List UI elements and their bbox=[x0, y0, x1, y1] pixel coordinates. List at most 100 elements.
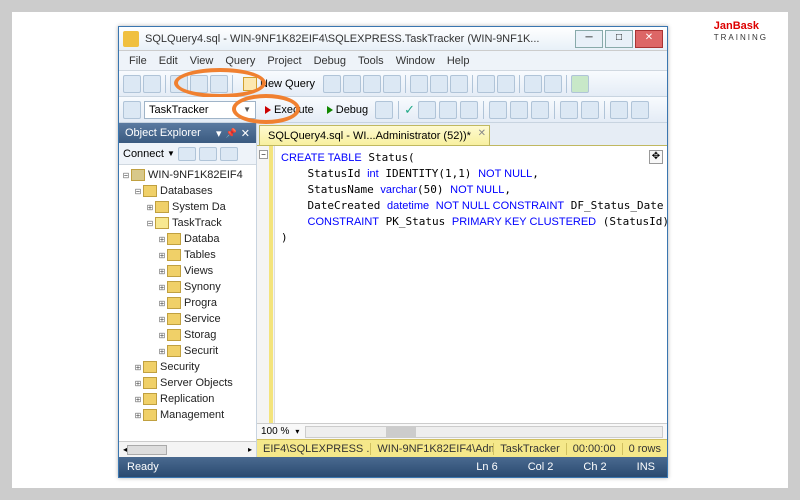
tree-node[interactable]: ⊞Service bbox=[119, 311, 256, 327]
title-bar[interactable]: SQLQuery4.sql - WIN-9NF1K82EIF4\SQLEXPRE… bbox=[119, 27, 667, 51]
toolbar-icon[interactable] bbox=[531, 101, 549, 119]
tree-node[interactable]: ⊞System Da bbox=[119, 199, 256, 215]
new-query-button[interactable]: New Query bbox=[237, 74, 321, 94]
cut-icon[interactable] bbox=[410, 75, 428, 93]
toolbar-icon[interactable] bbox=[143, 75, 161, 93]
toolbar-icon[interactable] bbox=[581, 101, 599, 119]
tree-node[interactable]: ⊟WIN-9NF1K82EIF4 bbox=[119, 167, 256, 183]
navigate-icon[interactable]: ✥ bbox=[649, 150, 663, 164]
toolbar-icon[interactable] bbox=[631, 101, 649, 119]
menu-tools[interactable]: Tools bbox=[352, 53, 390, 69]
editor-pane: SQLQuery4.sql - WI...Administrator (52))… bbox=[257, 123, 667, 457]
parse-icon[interactable]: ✓ bbox=[404, 102, 415, 118]
tree-node[interactable]: ⊞Replication bbox=[119, 391, 256, 407]
execute-button[interactable]: Execute bbox=[259, 104, 320, 116]
tree-node[interactable]: ⊞Progra bbox=[119, 295, 256, 311]
debug-button[interactable]: Debug bbox=[323, 104, 372, 116]
toolbar-icon[interactable] bbox=[524, 75, 542, 93]
maximize-button[interactable]: □ bbox=[605, 30, 633, 48]
toolbar-icon[interactable] bbox=[418, 101, 436, 119]
zoom-level[interactable]: 100 % bbox=[261, 426, 289, 437]
tree-node[interactable]: ⊞Storag bbox=[119, 327, 256, 343]
zoom-bar: 100 %▾ bbox=[257, 423, 667, 439]
status-bar: Ready Ln 6 Col 2 Ch 2 INS bbox=[119, 457, 667, 477]
fold-icon[interactable]: − bbox=[259, 150, 268, 159]
tree-node[interactable]: ⊞Management bbox=[119, 407, 256, 423]
toolbar-icon[interactable] bbox=[544, 75, 562, 93]
toolbar-icon[interactable] bbox=[323, 75, 341, 93]
object-explorer-scrollbar[interactable]: ◂ ▸ bbox=[119, 441, 256, 457]
close-button[interactable]: ✕ bbox=[635, 30, 663, 48]
new-query-icon bbox=[243, 77, 257, 91]
connect-toolbar: Connect ▼ bbox=[119, 143, 256, 165]
toolbar-icon[interactable] bbox=[343, 75, 361, 93]
code-editor[interactable]: − CREATE TABLE Status( StatusId int IDEN… bbox=[257, 145, 667, 423]
gutter: − bbox=[257, 146, 275, 423]
toolbar-icon[interactable] bbox=[510, 101, 528, 119]
status-col: Col 2 bbox=[528, 461, 554, 473]
close-tab-icon[interactable]: ✕ bbox=[478, 128, 486, 139]
brand-logo: JanBask TRAINING bbox=[714, 20, 768, 43]
toolbar-icon[interactable] bbox=[460, 101, 478, 119]
menu-query[interactable]: Query bbox=[219, 53, 261, 69]
toolbar-icon[interactable] bbox=[123, 101, 141, 119]
toolbar-icon[interactable] bbox=[170, 75, 188, 93]
menu-debug[interactable]: Debug bbox=[308, 53, 352, 69]
close-icon[interactable]: ✕ bbox=[241, 127, 250, 140]
dropdown-icon[interactable]: ▾ bbox=[216, 127, 222, 140]
menu-file[interactable]: File bbox=[123, 53, 153, 69]
tab-sqlquery4[interactable]: SQLQuery4.sql - WI...Administrator (52))… bbox=[259, 125, 490, 145]
tree-node[interactable]: ⊞Securit bbox=[119, 343, 256, 359]
ssms-window: SQLQuery4.sql - WIN-9NF1K82EIF4\SQLEXPRE… bbox=[118, 26, 668, 478]
status-ready: Ready bbox=[127, 461, 159, 473]
tree-node[interactable]: ⊟TaskTrack bbox=[119, 215, 256, 231]
save-icon[interactable] bbox=[210, 75, 228, 93]
menu-window[interactable]: Window bbox=[390, 53, 441, 69]
object-explorer-header[interactable]: Object Explorer ▾ 📌 ✕ bbox=[119, 123, 256, 143]
dropdown-icon: ▼ bbox=[243, 105, 251, 114]
status-rows: 0 rows bbox=[623, 443, 667, 455]
stop-icon[interactable] bbox=[375, 101, 393, 119]
menu-project[interactable]: Project bbox=[261, 53, 307, 69]
object-tree[interactable]: ⊟WIN-9NF1K82EIF4⊟Databases⊞System Da⊟Tas… bbox=[119, 165, 256, 441]
toolbar-icon[interactable] bbox=[610, 101, 628, 119]
tree-node[interactable]: ⊟Databases bbox=[119, 183, 256, 199]
toolbar-icon[interactable] bbox=[123, 75, 141, 93]
database-selector[interactable]: TaskTracker ▼ bbox=[144, 101, 256, 119]
tree-node[interactable]: ⊞Server Objects bbox=[119, 375, 256, 391]
open-icon[interactable] bbox=[190, 75, 208, 93]
refresh-icon[interactable] bbox=[220, 147, 238, 161]
toolbar-icon[interactable] bbox=[363, 75, 381, 93]
minimize-button[interactable]: ─ bbox=[575, 30, 603, 48]
tree-node[interactable]: ⊞Synony bbox=[119, 279, 256, 295]
tree-node[interactable]: ⊞Tables bbox=[119, 247, 256, 263]
menu-edit[interactable]: Edit bbox=[153, 53, 184, 69]
menu-view[interactable]: View bbox=[184, 53, 220, 69]
toolbar-icon[interactable] bbox=[199, 147, 217, 161]
connect-button[interactable]: Connect bbox=[123, 148, 164, 160]
tree-node[interactable]: ⊞Views bbox=[119, 263, 256, 279]
run-icon[interactable] bbox=[571, 75, 589, 93]
tree-node[interactable]: ⊞Security bbox=[119, 359, 256, 375]
status-ins: INS bbox=[637, 461, 655, 473]
paste-icon[interactable] bbox=[450, 75, 468, 93]
app-icon bbox=[123, 31, 139, 47]
undo-icon[interactable] bbox=[477, 75, 495, 93]
menu-bar: File Edit View Query Project Debug Tools… bbox=[119, 51, 667, 71]
toolbar-icon[interactable] bbox=[489, 101, 507, 119]
copy-icon[interactable] bbox=[430, 75, 448, 93]
toolbar-icon[interactable] bbox=[560, 101, 578, 119]
execute-icon bbox=[265, 106, 271, 114]
redo-icon[interactable] bbox=[497, 75, 515, 93]
toolbar-icon[interactable] bbox=[178, 147, 196, 161]
horizontal-scrollbar[interactable] bbox=[305, 426, 663, 438]
status-user: WIN-9NF1K82EIF4\Admini... bbox=[371, 443, 494, 455]
menu-help[interactable]: Help bbox=[441, 53, 476, 69]
toolbar-icon[interactable] bbox=[383, 75, 401, 93]
document-tabs: SQLQuery4.sql - WI...Administrator (52))… bbox=[257, 123, 667, 145]
query-status-bar: EIF4\SQLEXPRESS ... WIN-9NF1K82EIF4\Admi… bbox=[257, 439, 667, 457]
toolbar-icon[interactable] bbox=[439, 101, 457, 119]
code-text[interactable]: CREATE TABLE Status( StatusId int IDENTI… bbox=[275, 146, 667, 423]
pin-icon[interactable]: 📌 bbox=[226, 128, 237, 139]
tree-node[interactable]: ⊞Databa bbox=[119, 231, 256, 247]
